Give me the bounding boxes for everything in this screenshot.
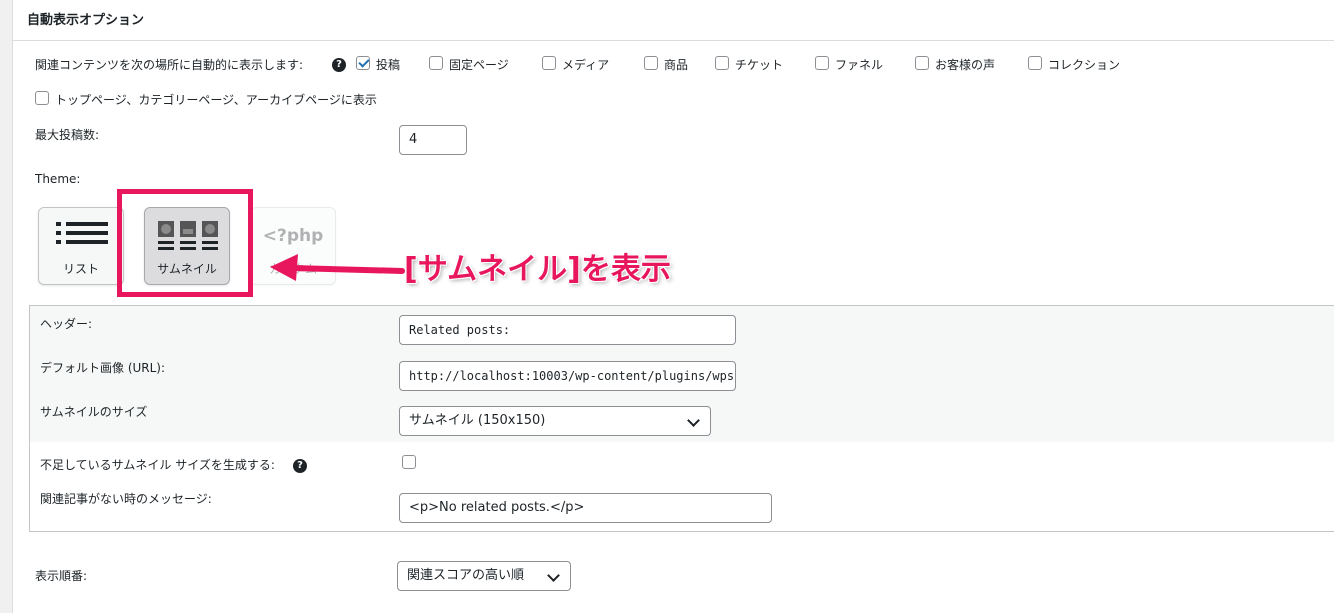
- checkbox-funnel-label: ファネル: [835, 58, 884, 72]
- thumbnail-settings-box: ヘッダー: Related posts: デフォルト画像 (URL): http…: [29, 305, 1334, 532]
- auto-display-options-panel: 自動表示オプション 関連コンテンツを次の場所に自動的に表示します: ? 投稿 固…: [12, 0, 1334, 613]
- header-label: ヘッダー:: [40, 317, 93, 331]
- default-image-label: デフォルト画像 (URL):: [40, 361, 166, 375]
- title-divider: [13, 40, 1334, 41]
- thumb-size-label: サムネイルのサイズ: [40, 405, 148, 419]
- checkbox-product[interactable]: [644, 56, 658, 70]
- checkbox-ticket-label: チケット: [735, 58, 784, 72]
- checkbox-archive-label: トップページ、カテゴリーページ、アーカイブページに表示: [55, 93, 377, 107]
- chevron-down-icon: [687, 414, 700, 427]
- checkbox-media[interactable]: [542, 56, 556, 70]
- display-order-value: 関連スコアの高い順: [407, 568, 525, 583]
- help-icon[interactable]: ?: [293, 459, 307, 473]
- chevron-down-icon: [547, 569, 560, 582]
- checkbox-collection-label: コレクション: [1048, 58, 1121, 72]
- help-icon[interactable]: ?: [332, 58, 346, 72]
- checkbox-collection[interactable]: [1028, 56, 1042, 70]
- max-posts-label: 最大投稿数:: [35, 128, 100, 142]
- checkbox-page-label: 固定ページ: [449, 58, 509, 72]
- list-icon: [56, 222, 108, 244]
- checkbox-funnel[interactable]: [815, 56, 829, 70]
- checkbox-post[interactable]: [356, 56, 370, 70]
- theme-list-button[interactable]: リスト: [38, 207, 124, 285]
- checkbox-page[interactable]: [429, 56, 443, 70]
- section-title: 自動表示オプション: [27, 13, 145, 28]
- auto-display-label: 関連コンテンツを次の場所に自動的に表示します:: [35, 58, 304, 72]
- no-posts-message-input[interactable]: <p>No related posts.</p>: [399, 493, 772, 523]
- php-icon: <?php: [262, 226, 324, 246]
- thumb-size-select[interactable]: サムネイル (150x150): [399, 406, 711, 436]
- annotation-highlight-box: [117, 189, 253, 297]
- default-image-input[interactable]: http://localhost:10003/wp-content/plugin…: [399, 361, 736, 391]
- display-order-label: 表示順番:: [35, 569, 88, 583]
- max-posts-input[interactable]: 4: [399, 125, 467, 155]
- header-input[interactable]: Related posts:: [399, 315, 736, 345]
- display-order-select[interactable]: 関連スコアの高い順: [397, 561, 571, 591]
- annotation-arrow-icon: [270, 254, 405, 281]
- checkbox-product-label: 商品: [664, 58, 689, 72]
- checkbox-ticket[interactable]: [715, 56, 729, 70]
- checkbox-post-label: 投稿: [376, 58, 401, 72]
- checkbox-testimonial[interactable]: [915, 56, 929, 70]
- checkbox-archive[interactable]: [35, 91, 49, 105]
- generate-missing-label: 不足しているサムネイル サイズを生成する:: [40, 458, 275, 472]
- annotation-text: [サムネイル]を表示: [404, 252, 671, 287]
- theme-list-label: リスト: [62, 262, 99, 276]
- checkbox-media-label: メディア: [562, 58, 610, 72]
- theme-label: Theme:: [35, 172, 81, 186]
- generate-missing-checkbox[interactable]: [402, 455, 416, 469]
- thumb-size-value: サムネイル (150x150): [409, 413, 546, 428]
- no-posts-message-label: 関連記事がない時のメッセージ:: [40, 492, 212, 506]
- checkbox-testimonial-label: お客様の声: [935, 58, 996, 72]
